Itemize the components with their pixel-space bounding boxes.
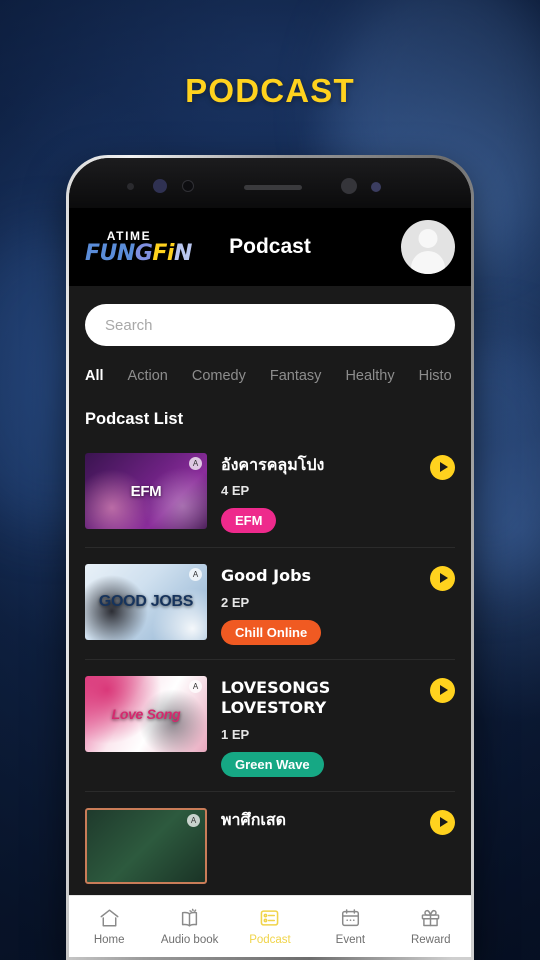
search-input[interactable] <box>105 316 435 334</box>
list-item[interactable]: Love Song A LOVESONGS LOVESTORY 1 EP Gre… <box>85 660 455 792</box>
app-logo[interactable]: ATIME FUNGFiN <box>85 230 192 266</box>
list-item[interactable]: A พาศึกเสด <box>85 792 455 895</box>
category-tab-action[interactable]: Action <box>128 368 168 384</box>
podcast-episode-count: 4 EP <box>221 483 250 499</box>
channel-badge: Chill Online <box>221 619 322 645</box>
sensor-dot-icon <box>371 182 381 192</box>
nav-label-home: Home <box>93 934 125 946</box>
list-item[interactable]: EFM A อังคารคลุมโปง 4 EP EFM <box>85 437 455 549</box>
search-section <box>85 286 455 346</box>
category-tabs[interactable]: All Action Comedy Fantasy Healthy Histo <box>85 368 455 384</box>
book-icon <box>181 908 198 927</box>
podcast-title: อังคารคลุมโปง <box>221 455 325 474</box>
bottom-navigation: Home Audio book Podcast Event Reward <box>69 895 471 957</box>
nav-label-event: Event <box>335 934 366 946</box>
phone-mockup: ATIME FUNGFiN Podcast All Action <box>66 155 474 960</box>
podcast-info: อังคารคลุมโปง 4 EP EFM <box>221 453 416 534</box>
app-header: ATIME FUNGFiN Podcast <box>69 208 471 286</box>
atime-watermark-icon: A <box>189 457 202 470</box>
search-box[interactable] <box>85 304 455 346</box>
play-button[interactable] <box>430 455 455 480</box>
atime-watermark-icon: A <box>187 813 200 827</box>
podcast-title: พาศึกเสด <box>221 809 286 829</box>
podcast-list: EFM A อังคารคลุมโปง 4 EP EFM GOOD JOBS A… <box>85 437 455 895</box>
channel-badge: Green Wave <box>221 751 324 777</box>
app-logo-fungfin: FUNGFiN <box>85 240 192 266</box>
play-button[interactable] <box>430 566 455 592</box>
app-screen: ATIME FUNGFiN Podcast All Action <box>69 208 471 957</box>
play-button[interactable] <box>430 677 455 703</box>
nav-item-reward[interactable]: Reward <box>391 907 471 946</box>
nav-item-audio-book[interactable]: Audio book <box>149 907 229 946</box>
logo-part-n: N <box>173 240 192 266</box>
home-icon <box>100 909 119 927</box>
podcast-info: พาศึกเสด <box>221 808 416 838</box>
page-headline: PODCAST <box>185 72 355 109</box>
avatar[interactable] <box>401 220 455 274</box>
podcast-list-icon <box>261 910 279 926</box>
front-camera-icon <box>153 179 167 193</box>
nav-label-podcast: Podcast <box>249 934 291 946</box>
podcast-thumbnail[interactable]: GOOD JOBS A <box>85 564 207 641</box>
category-tab-history[interactable]: Histo <box>419 368 452 384</box>
podcast-episode-count: 1 EP <box>221 726 250 742</box>
sensor-dot-icon <box>341 178 357 194</box>
logo-part-g: G <box>134 240 153 266</box>
podcast-thumbnail[interactable]: Love Song A <box>85 675 207 752</box>
phone-top-bezel <box>69 158 471 208</box>
category-tab-all[interactable]: All <box>85 368 104 384</box>
nav-item-event[interactable]: Event <box>310 907 390 946</box>
category-tab-healthy[interactable]: Healthy <box>345 368 394 384</box>
play-button[interactable] <box>430 809 455 835</box>
channel-badge: EFM <box>221 508 277 534</box>
list-item[interactable]: GOOD JOBS A Good Jobs 2 EP Chill Online <box>85 548 455 660</box>
logo-part-fi: Fi <box>152 240 174 266</box>
podcast-info: LOVESONGS LOVESTORY 1 EP Green Wave <box>221 676 416 777</box>
gift-icon <box>421 909 440 927</box>
podcast-title: LOVESONGS LOVESTORY <box>221 677 331 718</box>
calendar-icon <box>341 909 359 927</box>
nav-label-reward: Reward <box>410 934 451 946</box>
phone-screen-frame: ATIME FUNGFiN Podcast All Action <box>69 158 471 957</box>
sensor-dot-icon <box>127 183 134 190</box>
section-title: Podcast List <box>85 410 184 428</box>
podcast-info: Good Jobs 2 EP Chill Online <box>221 564 416 645</box>
atime-watermark-icon: A <box>189 679 202 693</box>
nav-item-home[interactable]: Home <box>69 907 149 946</box>
app-body: All Action Comedy Fantasy Healthy Histo … <box>69 286 471 895</box>
nav-item-podcast[interactable]: Podcast <box>230 907 310 946</box>
nav-label-audio-book: Audio book <box>160 934 219 946</box>
podcast-thumbnail[interactable]: A <box>85 807 207 884</box>
podcast-episode-count: 2 EP <box>221 594 250 610</box>
category-tab-fantasy[interactable]: Fantasy <box>270 368 322 384</box>
proximity-sensor-icon <box>182 180 194 192</box>
podcast-thumbnail[interactable]: EFM A <box>85 453 207 529</box>
category-tab-comedy[interactable]: Comedy <box>192 368 246 384</box>
podcast-title: Good Jobs <box>221 566 312 586</box>
logo-part-fun: FUN <box>85 240 135 266</box>
earpiece-speaker-icon <box>244 185 302 190</box>
